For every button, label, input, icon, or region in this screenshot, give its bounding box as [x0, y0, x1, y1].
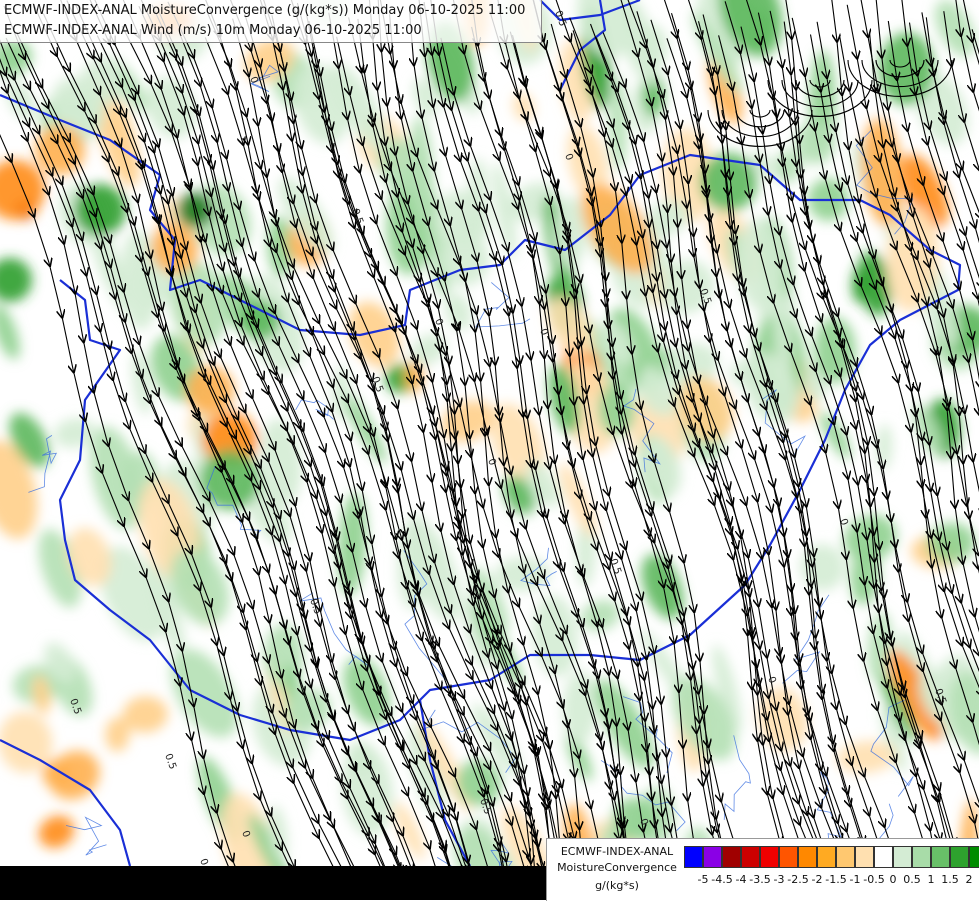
legend-tick-label: 1: [928, 873, 935, 886]
legend-tick-label: -0.5: [863, 873, 884, 886]
legend-tick-label: -5: [698, 873, 709, 886]
legend-swatch: [931, 846, 950, 868]
legend-tick-label: -2: [812, 873, 823, 886]
map-title-wind: ECMWF-INDEX-ANAL Wind (m/s) 10m Monday 0…: [4, 23, 422, 38]
legend-tick-label: -1: [850, 873, 861, 886]
legend-tick-label: 0: [890, 873, 897, 886]
legend-swatch: [893, 846, 912, 868]
map-canvas: 00.500.500.500.50.500.500.50.500.500.500…: [0, 0, 979, 900]
legend-tick-label: -4.5: [711, 873, 732, 886]
legend-source: ECMWF-INDEX-ANAL: [547, 845, 687, 858]
legend-variable: MoistureConvergence: [547, 861, 687, 874]
legend-swatch: [760, 846, 779, 868]
legend-tick-label: -1.5: [825, 873, 846, 886]
legend-swatch: [779, 846, 798, 868]
legend-tick-label: -3: [774, 873, 785, 886]
legend-swatch: [817, 846, 836, 868]
legend-swatch: [703, 846, 722, 868]
legend-tick-label: 1.5: [941, 873, 959, 886]
legend-unit: g/(kg*s): [547, 879, 687, 892]
legend-ticks: -5-4.5 -4-3.5 -3-2.5 -2-1.5 -1-0.5 0 0.5 1 1.5 2: [684, 873, 978, 889]
legend-swatch: [741, 846, 760, 868]
field-patch: [74, 184, 126, 236]
legend-swatch: [969, 846, 979, 868]
legend-swatch: [950, 846, 969, 868]
legend-swatch: [684, 846, 703, 868]
legend-swatch: [855, 846, 874, 868]
legend-tick-label: -2.5: [787, 873, 808, 886]
color-legend: ECMWF-INDEX-ANAL MoistureConvergence g/(…: [546, 838, 979, 901]
legend-tick-label: -4: [736, 873, 747, 886]
legend-swatch: [912, 846, 931, 868]
map-title-moisture: ECMWF-INDEX-ANAL MoistureConvergence (g/…: [4, 3, 525, 18]
legend-tick-label: -3.5: [749, 873, 770, 886]
legend-swatch: [798, 846, 817, 868]
legend-swatch: [874, 846, 893, 868]
legend-tick-label: 2: [966, 873, 973, 886]
legend-tick-label: 0.5: [903, 873, 921, 886]
title-box: ECMWF-INDEX-ANAL MoistureConvergence (g/…: [0, 0, 542, 43]
legend-swatch: [836, 846, 855, 868]
legend-swatch: [722, 846, 741, 868]
legend-swatches: [684, 846, 979, 868]
